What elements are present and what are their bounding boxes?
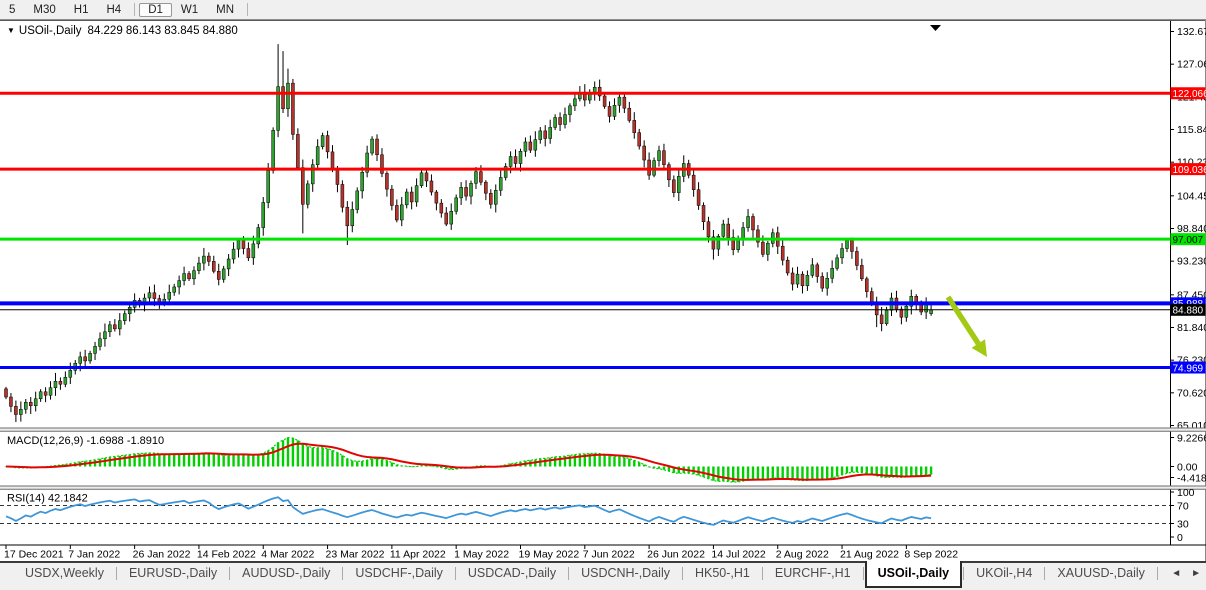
collapse-indicator-icon[interactable]: ▼: [7, 26, 15, 35]
svg-text:115.840: 115.840: [1177, 124, 1206, 136]
chart-tab-audusd-daily[interactable]: AUDUSD-,Daily: [231, 563, 341, 585]
chart-canvas[interactable]: 132.670127.060121.450115.840110.230104.4…: [0, 20, 1206, 562]
date-tick-label: 21 Aug 2022: [840, 549, 899, 561]
tab-scroll-nav: ◄►: [1161, 568, 1201, 579]
tab-separator: [455, 567, 456, 580]
tab-separator: [682, 567, 683, 580]
tab-separator: [762, 567, 763, 580]
tab-scroll-right-icon[interactable]: ►: [1191, 568, 1201, 579]
chart-tab-usdcad-daily[interactable]: USDCAD-,Daily: [457, 563, 567, 585]
tab-scroll-left-icon[interactable]: ◄: [1171, 568, 1181, 579]
timeframe-button-h4[interactable]: H4: [97, 3, 130, 17]
timeframe-button-m30[interactable]: M30: [24, 3, 64, 17]
tab-separator: [863, 567, 864, 580]
svg-text:100: 100: [1177, 487, 1195, 499]
timeframe-button-h1[interactable]: H1: [65, 3, 98, 17]
date-tick-label: 8 Sep 2022: [904, 549, 958, 561]
chart-tab-eurusd-daily[interactable]: EURUSD-,Daily: [118, 563, 228, 585]
date-tick-label: 2 Aug 2022: [776, 549, 829, 561]
svg-text:109.036: 109.036: [1173, 165, 1206, 176]
tab-bar: USDX,WeeklyEURUSD-,DailyAUDUSD-,DailyUSD…: [0, 561, 1206, 590]
chart-ohlc-values: 84.229 86.143 83.845 84.880: [88, 25, 238, 37]
date-tick-label: 1 May 2022: [454, 549, 509, 561]
chart-tab-xauusd-daily[interactable]: XAUUSD-,Daily: [1046, 563, 1156, 585]
date-tick-label: 26 Jun 2022: [647, 549, 705, 561]
date-tick-label: 14 Feb 2022: [197, 549, 256, 561]
date-tick-label: 7 Jun 2022: [583, 549, 635, 561]
svg-text:127.060: 127.060: [1177, 59, 1206, 71]
date-tick-label: 4 Mar 2022: [261, 549, 314, 561]
svg-text:97.007: 97.007: [1173, 235, 1204, 246]
svg-text:30: 30: [1177, 519, 1189, 531]
date-tick-label: 14 Jul 2022: [711, 549, 765, 561]
rsi-label: RSI(14) 42.1842: [7, 493, 88, 505]
date-tick-label: 11 Apr 2022: [390, 549, 446, 561]
svg-text:0: 0: [1177, 532, 1183, 544]
chart-symbol-period: USOil-,Daily: [19, 25, 82, 37]
svg-text:104.450: 104.450: [1177, 190, 1206, 202]
tab-separator: [1157, 567, 1158, 580]
date-tick-label: 17 Dec 2021: [4, 549, 64, 561]
chart-tab-eurchf-h1[interactable]: EURCHF-,H1: [764, 563, 862, 585]
svg-text:-4.4188: -4.4188: [1177, 473, 1206, 485]
chart-tab-ukoil-h4[interactable]: UKOil-,H4: [965, 563, 1043, 585]
svg-text:74.969: 74.969: [1173, 363, 1204, 374]
tab-separator: [1044, 567, 1045, 580]
macd-label: MACD(12,26,9) -1.6988 -1.8910: [7, 435, 164, 447]
timeframe-button-d1[interactable]: D1: [139, 3, 172, 17]
svg-text:132.670: 132.670: [1177, 26, 1206, 38]
tab-separator: [963, 567, 964, 580]
tab-separator: [229, 567, 230, 580]
svg-text:70: 70: [1177, 501, 1189, 513]
chart-tab-usdcnh-daily[interactable]: USDCNH-,Daily: [570, 563, 681, 585]
svg-text:84.880: 84.880: [1173, 306, 1204, 317]
chart-tabs: USDX,WeeklyEURUSD-,DailyAUDUSD-,DailyUSD…: [14, 563, 1159, 588]
svg-text:9.2266: 9.2266: [1177, 433, 1206, 445]
terminal-window: 5M30H1H4 D1W1MN ▼ USOil-,Daily 84.229 86.14…: [0, 0, 1206, 590]
toolbar-separator: [247, 3, 248, 16]
svg-text:81.840: 81.840: [1177, 322, 1206, 334]
tab-separator: [568, 567, 569, 580]
date-tick-label: 26 Jan 2022: [133, 549, 191, 561]
date-tick-label: 7 Jan 2022: [68, 549, 120, 561]
timeframe-button-w1[interactable]: W1: [172, 3, 207, 17]
svg-text:122.066: 122.066: [1173, 89, 1206, 100]
date-tick-label: 23 Mar 2022: [326, 549, 385, 561]
chart-tab-usdx-weekly[interactable]: USDX,Weekly: [14, 563, 115, 585]
chart-tab-hk50-h1[interactable]: HK50-,H1: [684, 563, 761, 585]
chart-tab-usoil-daily[interactable]: USOil-,Daily: [865, 561, 963, 588]
timeframe-toolbar: 5M30H1H4 D1W1MN: [0, 0, 1206, 20]
timeframe-button-mn[interactable]: MN: [207, 3, 243, 17]
tab-separator: [116, 567, 117, 580]
timeframe-button-5[interactable]: 5: [0, 3, 24, 17]
toolbar-separator: [134, 3, 135, 16]
chart-tab-usdchf-daily[interactable]: USDCHF-,Daily: [344, 563, 454, 585]
chart-title: ▼ USOil-,Daily 84.229 86.143 83.845 84.880: [7, 25, 238, 37]
svg-text:93.230: 93.230: [1177, 256, 1206, 268]
tab-separator: [342, 567, 343, 580]
date-tick-label: 19 May 2022: [518, 549, 579, 561]
svg-text:70.620: 70.620: [1177, 387, 1206, 399]
